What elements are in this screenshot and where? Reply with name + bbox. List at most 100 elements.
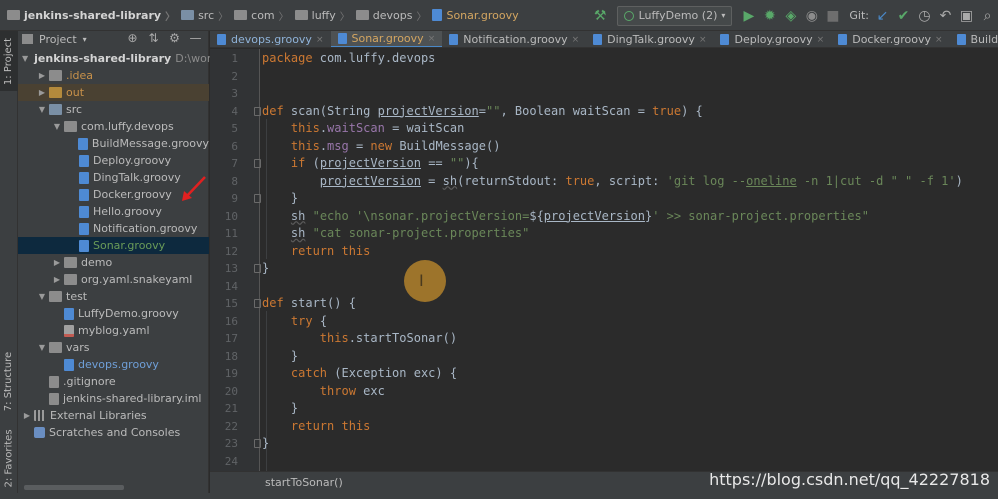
editor-tab[interactable]: Docker.groovy × bbox=[831, 31, 949, 47]
profile-icon[interactable]: ◉ bbox=[801, 0, 822, 31]
code-line[interactable]: try { bbox=[262, 313, 327, 331]
chevron-down-icon[interactable]: ▼ bbox=[22, 54, 28, 63]
debug-icon[interactable]: ✹ bbox=[759, 0, 780, 31]
chevron-down-icon[interactable]: ▼ bbox=[37, 105, 47, 114]
method-breadcrumb[interactable]: startToSonar() bbox=[265, 476, 343, 489]
code-line[interactable]: } bbox=[262, 348, 298, 366]
code-line[interactable]: catch (Exception exc) { bbox=[262, 365, 457, 383]
fold-marker-icon[interactable] bbox=[254, 106, 261, 116]
chevron-down-icon[interactable]: ▼ bbox=[52, 122, 62, 131]
editor-tab[interactable]: Sonar.groovy × bbox=[330, 31, 443, 47]
code-line[interactable]: sh "echo '\nsonar.projectVersion=${proje… bbox=[262, 208, 869, 226]
coverage-icon[interactable]: ◈ bbox=[780, 0, 801, 31]
close-icon[interactable]: × bbox=[817, 35, 825, 45]
breadcrumb-folder[interactable]: devops 〉 bbox=[353, 0, 430, 31]
fold-marker-icon[interactable] bbox=[254, 299, 261, 308]
history-icon[interactable]: ◷ bbox=[914, 0, 935, 31]
run-configuration-select[interactable]: LuffyDemo (2) ▾ bbox=[616, 5, 733, 26]
tree-item[interactable]: ▶ .idea bbox=[18, 67, 209, 84]
breadcrumb-folder[interactable]: com 〉 bbox=[231, 0, 292, 31]
tree-item[interactable]: LuffyDemo.groovy bbox=[18, 305, 209, 322]
breadcrumb-project[interactable]: jenkins-shared-library 〉 bbox=[4, 0, 178, 31]
tree-item[interactable]: ▶ demo bbox=[18, 254, 209, 271]
editor-tab[interactable]: BuildMessage.grc× bbox=[950, 31, 998, 47]
git-update-icon[interactable]: ↙ bbox=[872, 0, 893, 31]
breadcrumb-file[interactable]: Sonar.groovy bbox=[429, 0, 521, 31]
close-icon[interactable]: × bbox=[699, 35, 707, 45]
breadcrumb-folder[interactable]: src 〉 bbox=[178, 0, 231, 31]
chevron-right-icon[interactable]: ▶ bbox=[37, 71, 47, 80]
code-line[interactable]: } bbox=[262, 435, 269, 453]
hide-icon[interactable]: — bbox=[185, 31, 206, 45]
tree-item[interactable]: ▶ External Libraries bbox=[18, 407, 209, 424]
tree-item[interactable]: ▼ com.luffy.devops bbox=[18, 118, 209, 135]
close-icon[interactable]: × bbox=[935, 35, 943, 45]
code-line[interactable]: sh "cat sonar-project.properties" bbox=[262, 225, 529, 243]
tree-item[interactable]: ▶ out bbox=[18, 84, 209, 101]
chevron-right-icon[interactable]: ▶ bbox=[22, 411, 32, 420]
tree-item[interactable]: .gitignore bbox=[18, 373, 209, 390]
code-line[interactable]: } bbox=[262, 190, 298, 208]
editor-tab[interactable]: devops.groovy × bbox=[210, 31, 331, 47]
code-line[interactable]: projectVersion = sh(returnStdout: true, … bbox=[262, 173, 963, 191]
code-line[interactable]: package com.luffy.devops bbox=[262, 50, 435, 68]
chevron-down-icon[interactable]: ▼ bbox=[37, 292, 47, 301]
close-icon[interactable]: × bbox=[572, 35, 580, 45]
project-panel-title[interactable]: Project bbox=[39, 33, 77, 46]
git-commit-icon[interactable]: ✔ bbox=[893, 0, 914, 31]
breadcrumb-folder[interactable]: luffy 〉 bbox=[292, 0, 353, 31]
code-line[interactable]: } bbox=[262, 260, 269, 278]
tree-item[interactable]: Hello.groovy bbox=[18, 203, 209, 220]
search-icon[interactable]: ⌕ bbox=[977, 0, 998, 31]
code-line[interactable]: def scan(String projectVersion="", Boole… bbox=[262, 103, 703, 121]
chevron-right-icon[interactable]: ▶ bbox=[52, 275, 62, 284]
code-line[interactable]: this.startToSonar() bbox=[262, 330, 457, 348]
tree-item[interactable]: Notification.groovy bbox=[18, 220, 209, 237]
fold-marker-icon[interactable] bbox=[254, 194, 261, 203]
code-line[interactable]: throw exc bbox=[262, 383, 385, 401]
tab-project[interactable]: 1: Project bbox=[0, 31, 18, 91]
hammer-icon[interactable]: ⚒ bbox=[590, 0, 611, 31]
chevron-down-icon[interactable]: ▼ bbox=[37, 343, 47, 352]
tree-item[interactable]: devops.groovy bbox=[18, 356, 209, 373]
code-line[interactable]: this.waitScan = waitScan bbox=[262, 120, 464, 138]
editor-tab[interactable]: DingTalk.groovy × bbox=[586, 31, 713, 47]
tree-item[interactable]: ▼ vars bbox=[18, 339, 209, 356]
tree-item[interactable]: ▼ src bbox=[18, 101, 209, 118]
close-icon[interactable]: × bbox=[428, 34, 436, 44]
tree-item[interactable]: Scratches and Consoles bbox=[18, 424, 209, 441]
editor-tab[interactable]: Notification.groovy × bbox=[442, 31, 586, 47]
chevron-right-icon[interactable]: ▶ bbox=[37, 88, 47, 97]
project-structure-icon[interactable]: ▣ bbox=[956, 0, 977, 31]
editor-tab[interactable]: Deploy.groovy × bbox=[713, 31, 831, 47]
gear-icon[interactable]: ⚙ bbox=[164, 31, 185, 45]
fold-marker-icon[interactable] bbox=[254, 264, 261, 273]
code-line[interactable]: def start() { bbox=[262, 295, 356, 313]
horizontal-scrollbar[interactable] bbox=[24, 485, 124, 490]
tree-item[interactable]: myblog.yaml bbox=[18, 322, 209, 339]
chevron-down-icon[interactable]: ▾ bbox=[83, 35, 87, 44]
chevron-right-icon[interactable]: ▶ bbox=[52, 258, 62, 267]
fold-marker-icon[interactable] bbox=[254, 439, 261, 448]
fold-marker-icon[interactable] bbox=[254, 159, 261, 168]
code-editor[interactable]: package com.luffy.devops def scan(String … bbox=[262, 49, 998, 476]
code-line[interactable]: } bbox=[262, 400, 298, 418]
tree-item[interactable]: ▼ test bbox=[18, 288, 209, 305]
code-line[interactable]: return this bbox=[262, 418, 370, 436]
tab-favorites[interactable]: 2: Favorites bbox=[0, 421, 18, 496]
tree-item[interactable]: Sonar.groovy bbox=[18, 237, 209, 254]
code-line[interactable]: return this bbox=[262, 243, 370, 261]
code-line[interactable]: if (projectVersion == ""){ bbox=[262, 155, 479, 173]
code-line[interactable]: this.msg = new BuildMessage() bbox=[262, 138, 501, 156]
tab-structure[interactable]: 7: Structure bbox=[0, 336, 18, 426]
tree-item[interactable]: ▼ jenkins-shared-library D:\workspa bbox=[18, 50, 237, 67]
revert-icon[interactable]: ↶ bbox=[935, 0, 956, 31]
tree-item[interactable]: jenkins-shared-library.iml bbox=[18, 390, 209, 407]
collapse-icon[interactable]: ⇅ bbox=[143, 31, 164, 45]
tree-item[interactable]: Deploy.groovy bbox=[18, 152, 209, 169]
tree-item[interactable]: BuildMessage.groovy bbox=[18, 135, 209, 152]
run-icon[interactable]: ▶ bbox=[738, 0, 759, 31]
tree-item[interactable]: ▶ org.yaml.snakeyaml bbox=[18, 271, 209, 288]
locate-icon[interactable]: ⊕ bbox=[122, 31, 143, 45]
close-icon[interactable]: × bbox=[316, 35, 324, 45]
